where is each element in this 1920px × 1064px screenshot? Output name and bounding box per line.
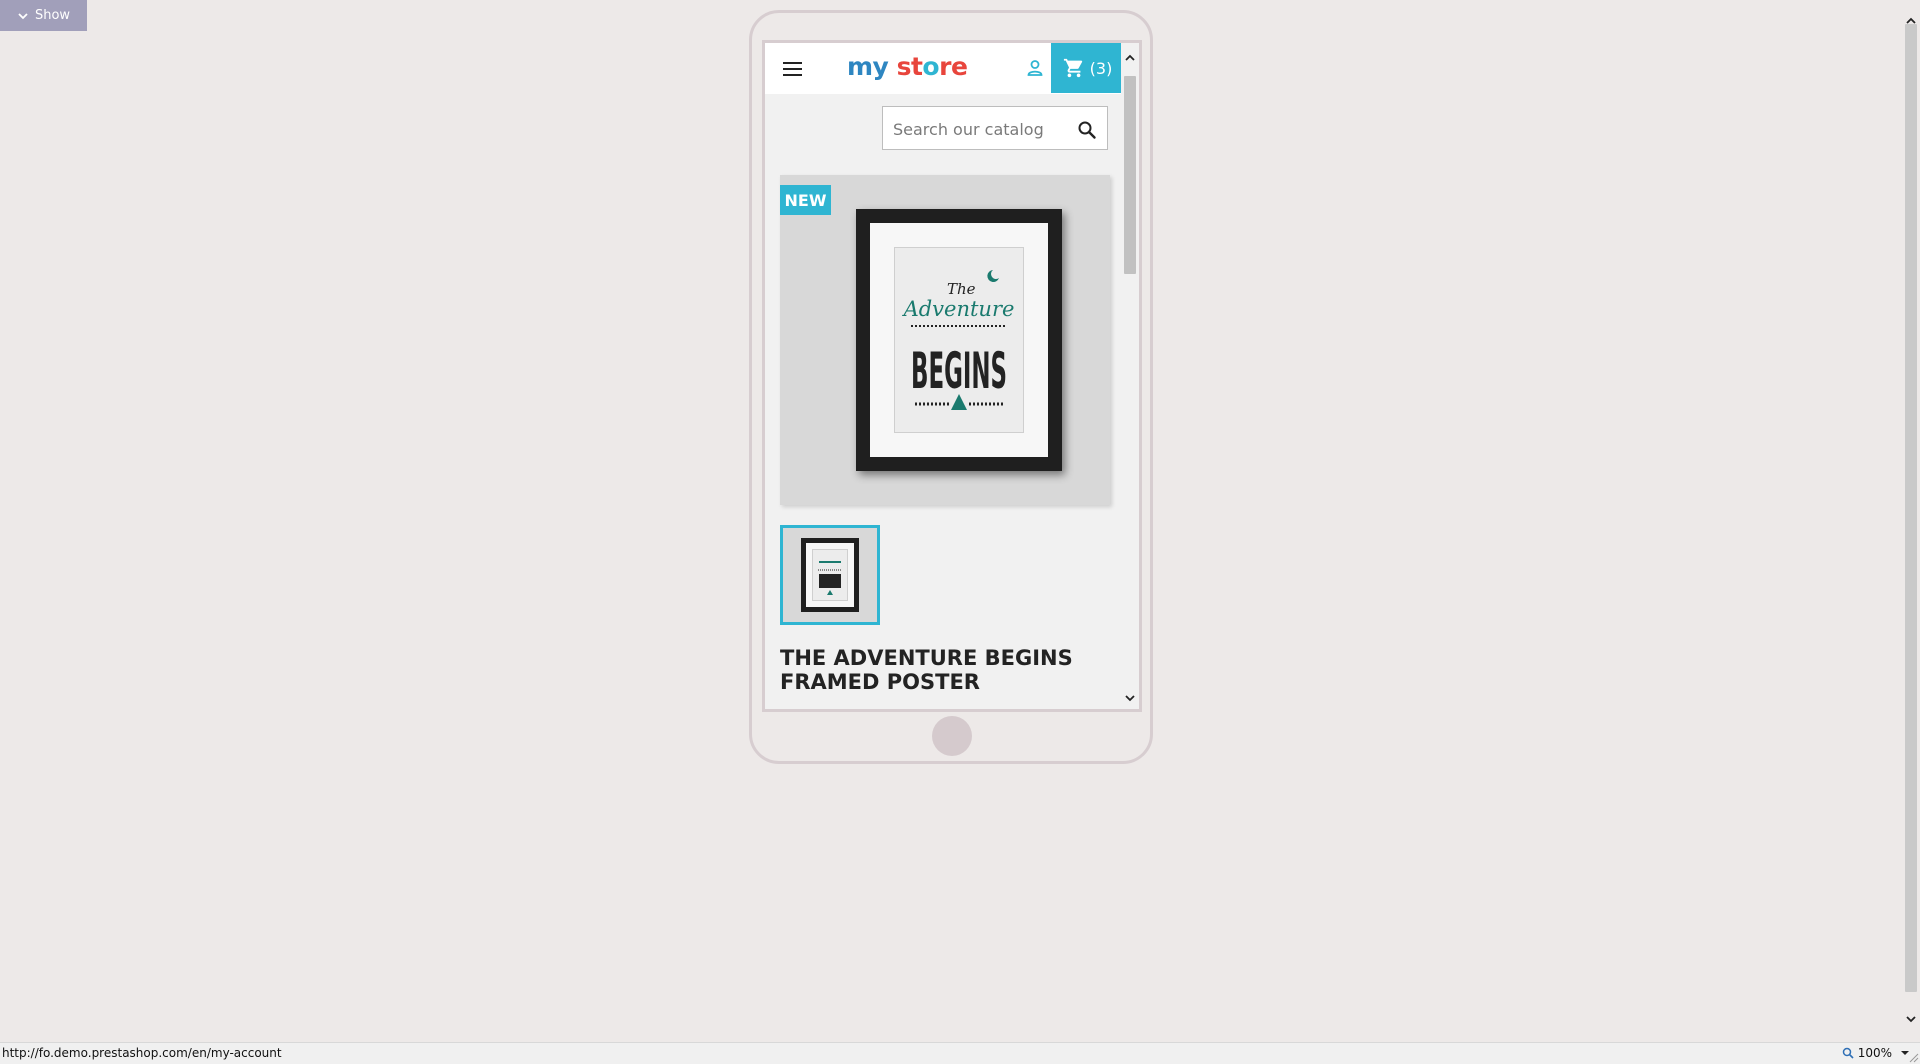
search-input[interactable]: [883, 107, 1075, 151]
poster-frame: The Adventure BEGINS: [856, 209, 1062, 471]
phone-home-button: [932, 716, 972, 756]
thumbnail-mat: [806, 543, 854, 607]
poster-word-begins: BEGINS: [911, 342, 1007, 400]
poster-word-adventure: Adventure: [902, 297, 1015, 321]
show-toggle-label: Show: [34, 8, 71, 23]
show-toggle-button[interactable]: Show: [0, 0, 87, 31]
status-url: http://fo.demo.prestashop.com/en/my-acco…: [2, 1046, 282, 1060]
product-thumbnail[interactable]: [780, 525, 880, 625]
shopping-cart-icon: [1063, 58, 1082, 78]
scroll-down-arrow[interactable]: [1121, 689, 1139, 707]
phone-screen: my store (3) Search our catalog The Adve…: [762, 40, 1142, 712]
search-box: [882, 106, 1108, 151]
store-logo[interactable]: my store: [847, 52, 968, 81]
chevron-down-icon: [1125, 695, 1135, 702]
screen-scrollbar[interactable]: [1121, 43, 1139, 709]
thumbnail-frame: [801, 538, 859, 612]
zoom-indicator[interactable]: 100%: [1842, 1046, 1892, 1060]
zoom-level: 100%: [1857, 1046, 1892, 1060]
logo-part: re: [939, 52, 968, 81]
logo-part: o: [922, 52, 940, 81]
poster-mat: The Adventure BEGINS: [870, 223, 1048, 457]
cart-button[interactable]: (3): [1051, 43, 1124, 93]
zoom-icon: [1842, 1047, 1854, 1059]
status-bar: http://fo.demo.prestashop.com/en/my-acco…: [0, 1042, 1920, 1064]
user-account-icon[interactable]: [1025, 58, 1045, 78]
thumbnail-artwork: [812, 549, 848, 601]
product-title: THE ADVENTURE BEGINS FRAMED POSTER: [780, 646, 1073, 694]
store-header: my store (3): [765, 43, 1124, 94]
page-scrollbar[interactable]: [1902, 0, 1920, 1042]
chevron-down-icon: [1906, 1016, 1916, 1023]
thumbnail-art-graphic: [818, 561, 842, 595]
product-main-image[interactable]: The Adventure BEGINS: [780, 175, 1110, 505]
store-page: my store (3) Search our catalog The Adve…: [765, 43, 1124, 709]
page-scroll-down-arrow[interactable]: [1902, 1010, 1920, 1028]
page-scrollbar-thumb[interactable]: [1905, 24, 1917, 992]
chevron-down-icon: [18, 12, 28, 19]
search-icon[interactable]: [1077, 120, 1097, 140]
chevron-up-icon: [1125, 54, 1135, 61]
new-badge: NEW: [780, 185, 831, 215]
resize-grip-icon[interactable]: [1909, 1053, 1919, 1063]
logo-part: [888, 52, 896, 81]
poster-art-graphic: The Adventure BEGINS: [902, 270, 1015, 410]
cart-count: (3): [1089, 58, 1113, 78]
hamburger-menu-icon[interactable]: [782, 60, 804, 78]
poster-artwork: The Adventure BEGINS: [894, 247, 1024, 433]
poster-word-the: The: [947, 280, 976, 298]
logo-part: st: [896, 52, 923, 81]
screen-scrollbar-thumb[interactable]: [1124, 76, 1136, 274]
scroll-up-arrow[interactable]: [1121, 49, 1139, 67]
logo-part: my: [847, 52, 889, 81]
